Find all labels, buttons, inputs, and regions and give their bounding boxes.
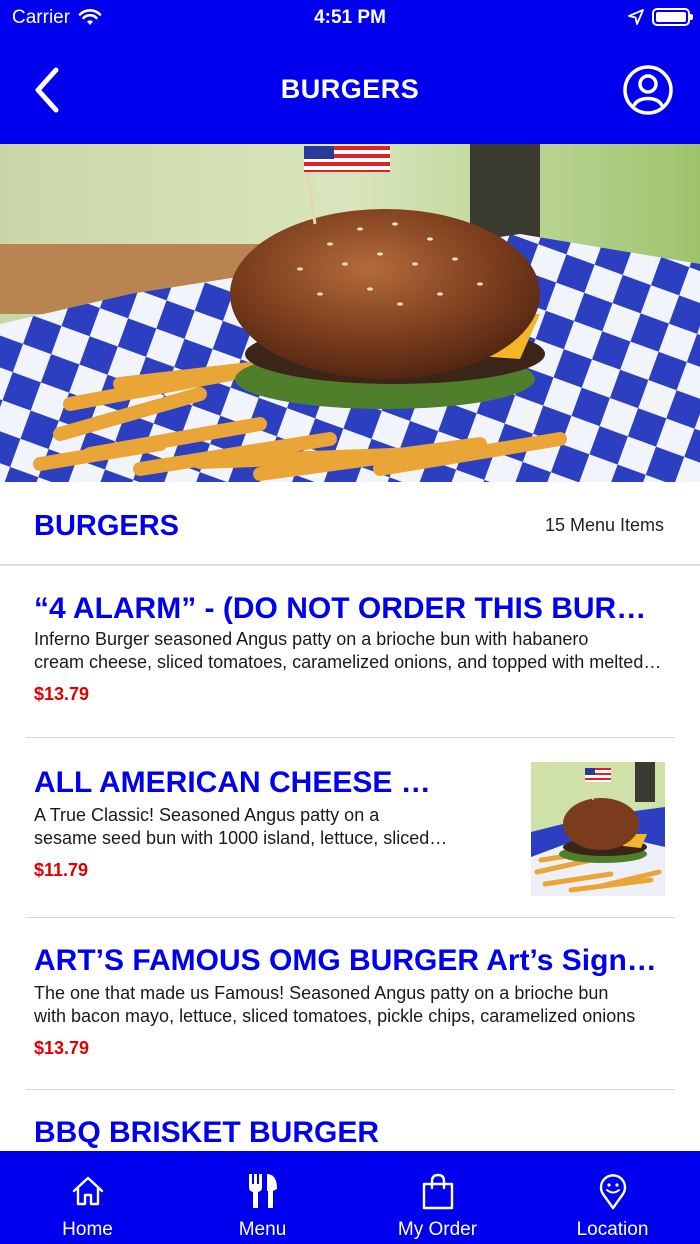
menu-item-price: $13.79 [34, 1038, 90, 1058]
profile-button[interactable] [622, 64, 674, 116]
location-pin-icon [599, 1174, 626, 1210]
page-title: BURGERS [280, 74, 420, 104]
menu-item[interactable]: ART’S FAMOUS OMG BURGER Art’s Signature … [26, 918, 675, 1090]
status-bar: Carrier 4:51 PM [0, 0, 700, 36]
menu-item-name: “4 ALARM” - (DO NOT ORDER THIS BURGER) [34, 592, 659, 625]
fork-knife-icon [248, 1174, 277, 1208]
user-profile-icon [623, 65, 673, 115]
category-hero-image [0, 144, 700, 482]
tab-label: Location [576, 1219, 649, 1240]
tab-label: Home [62, 1219, 113, 1240]
tab-location[interactable]: Location [525, 1151, 700, 1244]
shopping-bag-icon [422, 1173, 453, 1210]
tab-home[interactable]: Home [0, 1151, 175, 1244]
menu-item-name: ART’S FAMOUS OMG BURGER Art’s Signature [34, 944, 659, 977]
tab-my-order[interactable]: My Order [350, 1151, 525, 1244]
category-header: BURGERS 15 Menu Items [0, 482, 700, 566]
app-header: Carrier 4:51 PM BURGERS [0, 0, 700, 144]
menu-item-price: $11.79 [34, 860, 89, 880]
menu-item-description: The one that made us Famous! Seasoned An… [34, 983, 636, 1026]
menu-item-description: Inferno Burger seasoned Angus patty on a… [34, 629, 666, 672]
menu-item-description: A True Classic! Seasoned Angus patty on … [34, 805, 452, 848]
menu-item-thumbnail [531, 762, 665, 896]
location-arrow-icon [628, 9, 644, 25]
menu-item-price: $13.79 [34, 684, 90, 704]
menu-item[interactable]: “4 ALARM” - (DO NOT ORDER THIS BURGER) I… [26, 568, 675, 738]
menu-item-name: BBQ BRISKET BURGER [34, 1116, 380, 1149]
bottom-tab-bar: Home Menu My Order Location [0, 1151, 700, 1244]
menu-item-count: 15 Menu Items [544, 515, 664, 535]
battery-icon [652, 8, 693, 26]
category-title: BURGERS [34, 510, 180, 542]
menu-item[interactable]: ALL AMERICAN CHEESE BURGER A True Classi… [26, 738, 675, 918]
status-time: 4:51 PM [314, 7, 386, 28]
menu-item-name: ALL AMERICAN CHEESE BURGER [34, 766, 446, 799]
home-icon [72, 1176, 103, 1206]
tab-label: My Order [397, 1219, 478, 1240]
tab-label: Menu [238, 1219, 287, 1240]
tab-menu[interactable]: Menu [175, 1151, 350, 1244]
